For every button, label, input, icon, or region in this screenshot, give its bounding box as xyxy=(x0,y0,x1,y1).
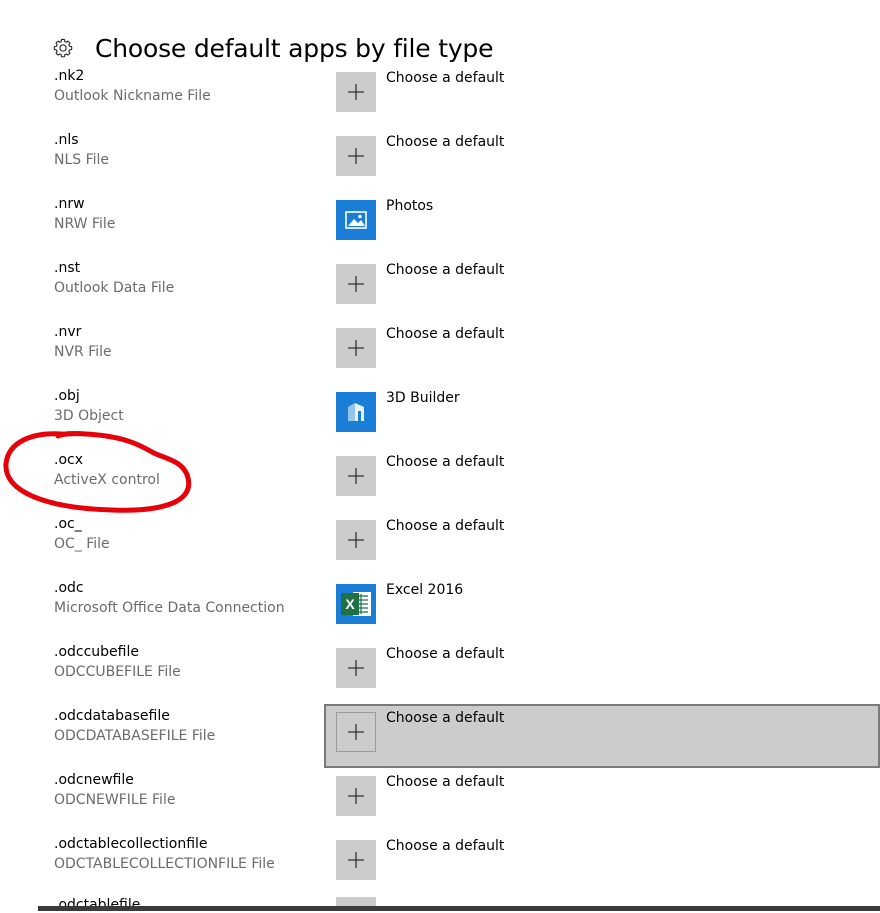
plus-icon xyxy=(336,840,376,880)
app-name-label: Choose a default xyxy=(386,134,505,150)
page-title: Choose default apps by file type xyxy=(95,33,494,63)
app-name-label: Photos xyxy=(386,198,434,214)
app-name-label: Choose a default xyxy=(386,518,505,534)
file-type-row: .oc_ OC_ File Choose a default xyxy=(0,512,880,576)
choose-default-app-button[interactable]: Choose a default xyxy=(324,448,880,512)
file-type-row: .obj 3D Object 3D Builder xyxy=(0,384,880,448)
file-type-description: ActiveX control xyxy=(54,472,160,488)
svg-text:X: X xyxy=(345,596,355,612)
plus-icon xyxy=(336,776,376,816)
plus-icon xyxy=(336,328,376,368)
file-type-row: .odcdatabasefile ODCDATABASEFILE File Choo… xyxy=(0,704,880,768)
choose-default-app-button[interactable]: Choose a default xyxy=(324,640,880,704)
file-extension: .nvr xyxy=(54,324,82,340)
file-type-description: Outlook Data File xyxy=(54,280,175,296)
app-name-label: Choose a default xyxy=(386,838,505,854)
file-type-description: 3D Object xyxy=(54,408,124,424)
app-name-label: Choose a default xyxy=(386,710,505,726)
file-type-description: ODCTABLECOLLECTIONFILE File xyxy=(54,856,275,872)
plus-icon xyxy=(336,264,376,304)
file-type-row: .ocx ActiveX control Choose a default xyxy=(0,448,880,512)
file-extension: .oc_ xyxy=(54,516,82,532)
app-name-label: Choose a default xyxy=(386,70,505,86)
choose-default-app-button[interactable]: Choose a default xyxy=(324,256,880,320)
file-type-row: .nk2 Outlook Nickname File Choose a defaul… xyxy=(0,64,880,128)
app-name-label: 3D Builder xyxy=(386,390,460,406)
plus-icon xyxy=(336,520,376,560)
plus-icon xyxy=(336,456,376,496)
plus-icon xyxy=(336,712,376,752)
choose-default-app-button[interactable]: Choose a default xyxy=(324,832,880,896)
plus-icon xyxy=(336,136,376,176)
app-name-label: Choose a default xyxy=(386,454,505,470)
file-extension: .nrw xyxy=(54,196,85,212)
file-type-description: NRW File xyxy=(54,216,116,232)
file-type-row: .odcnewfile ODCNEWFILE File Choose a defau… xyxy=(0,768,880,832)
choose-default-app-button[interactable]: Choose a default xyxy=(324,64,880,128)
default-app-button[interactable]: X Excel 2016 xyxy=(324,576,880,640)
default-app-button[interactable]: Photos xyxy=(324,192,880,256)
file-type-description: NVR File xyxy=(54,344,112,360)
app-name-label: Choose a default xyxy=(386,326,505,342)
default-app-button[interactable]: 3D Builder xyxy=(324,384,880,448)
file-type-row: .odc Microsoft Office Data Connection X Exc… xyxy=(0,576,880,640)
file-type-row: .odccubefile ODCCUBEFILE File Choose a def… xyxy=(0,640,880,704)
file-type-description: Microsoft Office Data Connection xyxy=(54,600,285,616)
photos-icon xyxy=(336,200,376,240)
file-extension: .nls xyxy=(54,132,79,148)
file-type-description: Outlook Nickname File xyxy=(54,88,211,104)
file-extension: .odc xyxy=(54,580,84,596)
plus-icon xyxy=(336,648,376,688)
file-extension: .odcnewfile xyxy=(54,772,134,788)
file-extension: .ocx xyxy=(54,452,83,468)
choose-default-app-button[interactable]: Choose a default xyxy=(324,512,880,576)
3d-builder-icon xyxy=(336,392,376,432)
file-type-row: .odctablecollectionfile ODCTABLECOLLECTIO… xyxy=(0,832,880,896)
choose-default-app-button[interactable]: Choose a default xyxy=(324,320,880,384)
taskbar-strip xyxy=(38,906,880,911)
app-name-label: Choose a default xyxy=(386,262,505,278)
file-type-row: .nrw NRW File Photos xyxy=(0,192,880,256)
excel-icon: X xyxy=(336,584,376,624)
file-type-description: ODCCUBEFILE File xyxy=(54,664,181,680)
file-type-row: .nvr NVR File Choose a default xyxy=(0,320,880,384)
file-type-row: .nst Outlook Data File Choose a default xyxy=(0,256,880,320)
file-extension: .odctablecollectionfile xyxy=(54,836,208,852)
file-type-description: ODCNEWFILE File xyxy=(54,792,176,808)
file-extension: .obj xyxy=(54,388,80,404)
file-extension: .nk2 xyxy=(54,68,85,84)
file-extension: .odcdatabasefile xyxy=(54,708,170,724)
choose-default-app-button[interactable]: Choose a default xyxy=(324,704,880,768)
file-type-description: OC_ File xyxy=(54,536,110,552)
app-name-label: Choose a default xyxy=(386,646,505,662)
app-name-label: Excel 2016 xyxy=(386,582,464,598)
file-extension: .nst xyxy=(54,260,81,276)
page-header: Choose default apps by file type xyxy=(52,32,493,64)
file-type-description: ODCDATABASEFILE File xyxy=(54,728,216,744)
gear-icon xyxy=(52,37,74,59)
app-name-label: Choose a default xyxy=(386,774,505,790)
file-extension: .odccubefile xyxy=(54,644,139,660)
file-type-description: NLS File xyxy=(54,152,110,168)
plus-icon xyxy=(336,72,376,112)
file-type-row: .nls NLS File Choose a default xyxy=(0,128,880,192)
choose-default-app-button[interactable]: Choose a default xyxy=(324,128,880,192)
choose-default-app-button[interactable]: Choose a default xyxy=(324,768,880,832)
